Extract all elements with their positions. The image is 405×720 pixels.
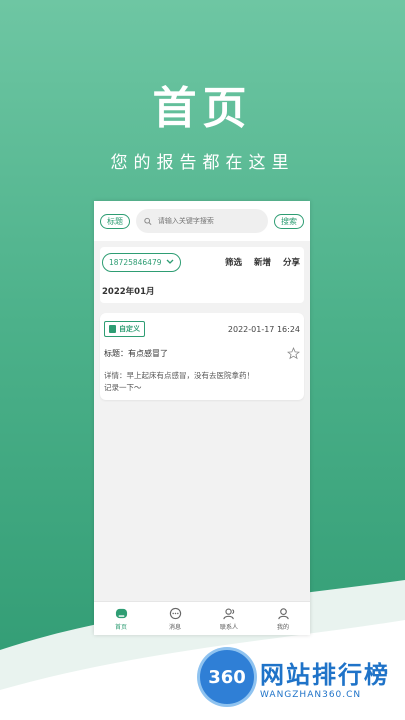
phone-screen: 标题 搜索 18725846479 筛选 新增 分享 2022年01月 — [94, 201, 310, 635]
record-time: 2022-01-17 16:24 — [227, 324, 300, 334]
hero-subtitle: 您的报告都在这里 — [110, 153, 295, 173]
title-filter-tag[interactable]: 标题 — [100, 213, 130, 229]
watermark-name: 网站排行榜 — [260, 660, 390, 689]
search-box[interactable] — [136, 209, 268, 233]
search-icon — [144, 217, 152, 225]
tab-home[interactable]: 首页 — [94, 602, 148, 635]
home-icon — [115, 608, 127, 618]
tab-label: 我的 — [276, 623, 289, 631]
phone-dropdown[interactable]: 18725846479 — [102, 252, 181, 272]
add-button[interactable]: 新增 — [254, 256, 271, 268]
tab-label: 消息 — [168, 623, 181, 631]
record-detail-line: 详情：早上起床有点感冒，没有去医院拿药！ — [104, 371, 254, 380]
category-label: 自定义 — [119, 325, 140, 333]
bottom-tab-bar: 首页 消息 联系人 我的 — [94, 601, 310, 635]
record-card[interactable]: 自定义 2022-01-17 16:24 标题：有点感冒了 详情：早上起床有点感… — [100, 313, 304, 400]
category-tag: 自定义 — [104, 321, 145, 337]
record-detail: 详情：早上起床有点感冒，没有去医院拿药！ 记录一下～ — [104, 370, 300, 394]
watermark-url: WANGZHAN360.CN — [260, 689, 362, 700]
filter-panel: 18725846479 筛选 新增 分享 2022年01月 — [100, 247, 304, 303]
record-detail-line: 记录一下～ — [104, 383, 142, 392]
filter-button[interactable]: 筛选 — [225, 256, 242, 268]
document-icon — [109, 325, 116, 333]
search-button[interactable]: 搜索 — [274, 213, 304, 229]
top-search-bar: 标题 搜索 — [94, 201, 310, 241]
profile-icon — [277, 607, 289, 619]
phone-number: 18725846479 — [109, 257, 162, 267]
record-title: 标题：有点感冒了 — [104, 349, 168, 358]
month-header: 2022年01月 — [102, 287, 155, 297]
tab-label: 联系人 — [219, 623, 238, 631]
tab-label: 首页 — [114, 623, 127, 631]
contacts-icon — [222, 607, 234, 619]
hero-title: 首页 — [152, 83, 253, 134]
share-button[interactable]: 分享 — [283, 256, 300, 268]
search-input[interactable] — [157, 217, 260, 225]
tab-messages[interactable]: 消息 — [148, 602, 202, 635]
site-watermark: 360 网站排行榜 WANGZHAN360.CN — [200, 650, 390, 704]
chevron-down-icon — [166, 259, 173, 264]
message-icon — [169, 607, 181, 619]
tab-contacts[interactable]: 联系人 — [202, 602, 256, 635]
star-icon[interactable] — [287, 347, 300, 360]
tab-profile[interactable]: 我的 — [256, 602, 310, 635]
watermark-logo: 360 — [200, 650, 254, 704]
